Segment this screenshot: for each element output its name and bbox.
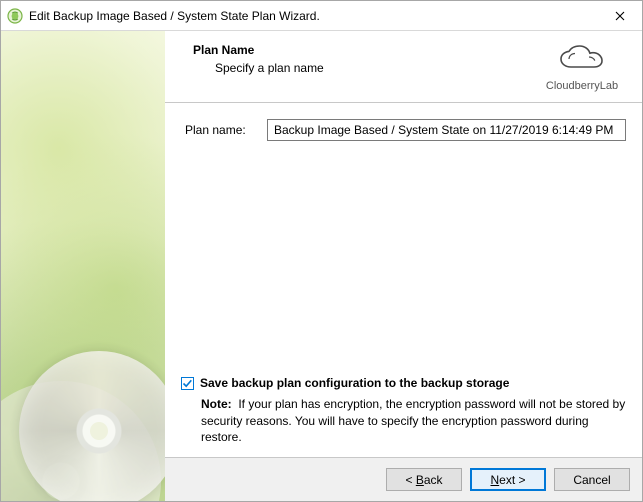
- content-area: Plan name: Save backup plan configuratio…: [165, 103, 642, 457]
- sidebar-decoration: [1, 31, 165, 501]
- next-button[interactable]: Next >: [470, 468, 546, 491]
- plan-name-label: Plan name:: [181, 123, 257, 137]
- page-subtitle: Specify a plan name: [193, 61, 538, 75]
- brand-name: CloudberryLab: [538, 80, 626, 92]
- save-config-note: Note: If your plan has encryption, the e…: [181, 396, 626, 445]
- wizard-body: Plan Name Specify a plan name Cloudberry…: [1, 31, 642, 501]
- button-bar: < Back Next > Cancel: [165, 457, 642, 501]
- plan-name-input[interactable]: [267, 119, 626, 141]
- close-button[interactable]: [597, 1, 642, 30]
- cloud-icon: [555, 64, 609, 78]
- wizard-header: Plan Name Specify a plan name Cloudberry…: [165, 31, 642, 102]
- app-icon: [7, 8, 23, 24]
- save-config-block: Save backup plan configuration to the ba…: [181, 376, 626, 445]
- brand-block: CloudberryLab: [538, 43, 626, 92]
- disc-icon: [19, 351, 165, 501]
- titlebar: Edit Backup Image Based / System State P…: [1, 1, 642, 31]
- window-title: Edit Backup Image Based / System State P…: [29, 9, 597, 23]
- cancel-button[interactable]: Cancel: [554, 468, 630, 491]
- save-config-row[interactable]: Save backup plan configuration to the ba…: [181, 376, 626, 390]
- note-body: If your plan has encryption, the encrypt…: [201, 397, 625, 443]
- back-button[interactable]: < Back: [386, 468, 462, 491]
- note-prefix: Note:: [201, 397, 232, 411]
- plan-name-row: Plan name:: [181, 119, 626, 141]
- page-title: Plan Name: [193, 43, 538, 57]
- save-config-label: Save backup plan configuration to the ba…: [200, 376, 509, 390]
- wizard-window: Edit Backup Image Based / System State P…: [0, 0, 643, 502]
- save-config-checkbox[interactable]: [181, 377, 194, 390]
- main-panel: Plan Name Specify a plan name Cloudberry…: [165, 31, 642, 501]
